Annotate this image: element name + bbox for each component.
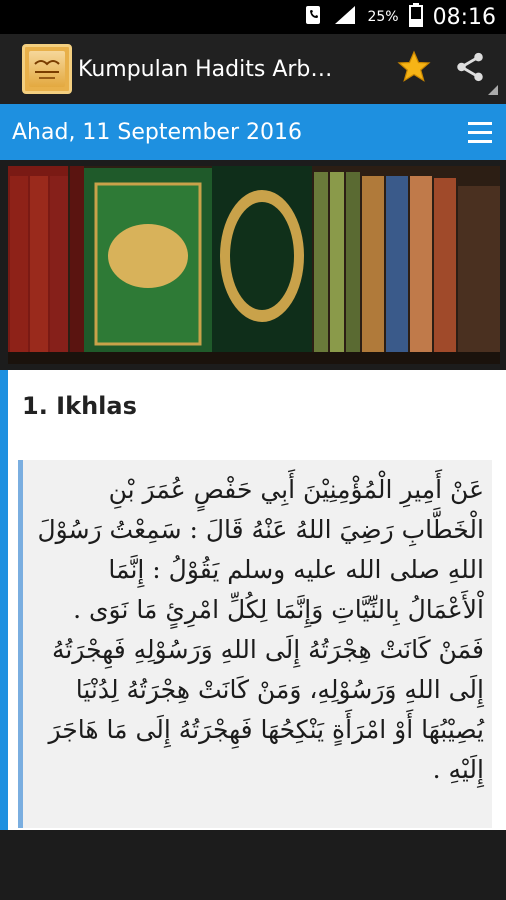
- accent-strip: [0, 370, 8, 830]
- hadith-title: 1. Ikhlas: [22, 392, 137, 420]
- battery-icon: [408, 3, 423, 31]
- hadith-arabic-text: عَنْ أَمِيرِ الْمُؤْمِنِيْنَ أَبِي حَفْص…: [37, 475, 485, 784]
- battery-percent: 25%: [367, 9, 399, 25]
- app-title: Kumpulan Hadits Arb…: [78, 56, 333, 82]
- date-bar: Ahad, 11 September 2016: [0, 104, 506, 160]
- menu-icon[interactable]: [460, 112, 500, 152]
- action-bar: Kumpulan Hadits Arb…: [0, 34, 506, 104]
- current-date: Ahad, 11 September 2016: [12, 119, 302, 145]
- phone-vibrate-icon: [303, 4, 323, 30]
- clock: 08:16: [432, 4, 496, 30]
- share-button[interactable]: [442, 41, 498, 97]
- favorite-button[interactable]: [386, 41, 442, 97]
- star-icon: [396, 49, 432, 89]
- app-logo[interactable]: [22, 44, 72, 94]
- bottom-area: [0, 830, 506, 900]
- app-logo-mark: [29, 51, 65, 87]
- status-bar: 25% 08:16: [0, 0, 506, 34]
- books-banner-image: [8, 166, 500, 364]
- share-icon: [453, 50, 487, 88]
- overflow-corner-icon: [488, 85, 498, 95]
- signal-icon: [333, 4, 357, 30]
